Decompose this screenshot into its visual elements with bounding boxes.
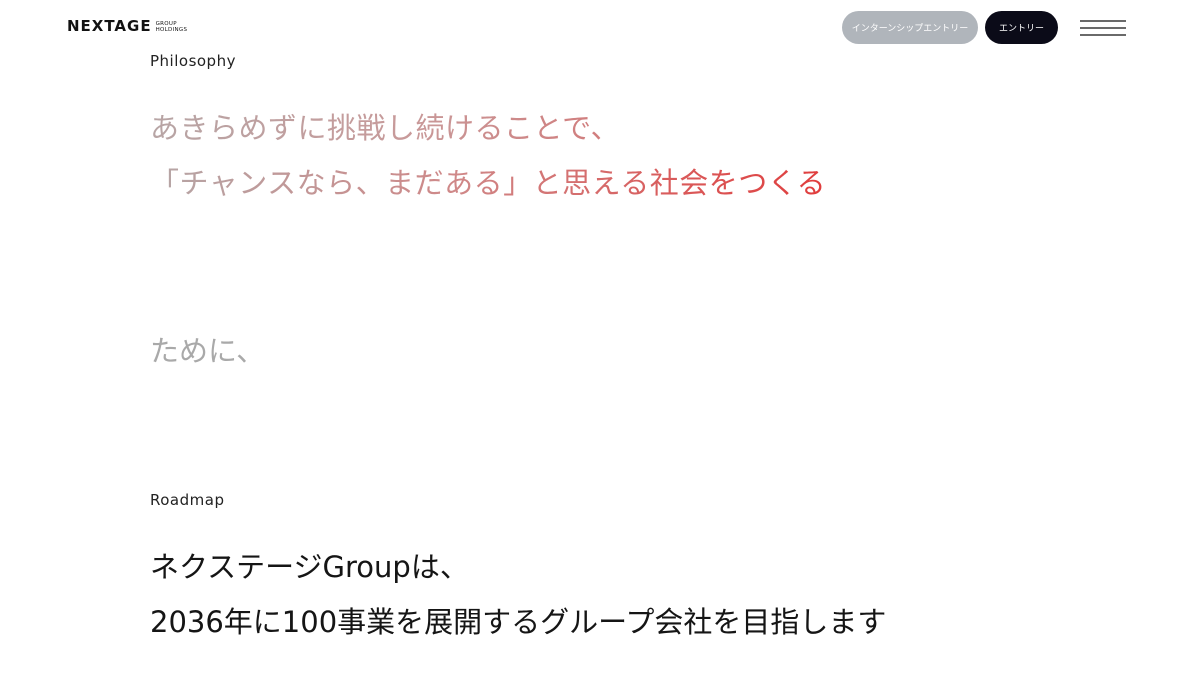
site-header: NEXTAGE GROUP HOLDINGS インターンシップエントリー エント… (0, 0, 1200, 56)
entry-button[interactable]: エントリー (985, 11, 1058, 44)
philosophy-line-2: 「チャンスなら、まだある」と思える社会をつくる (150, 160, 826, 202)
page: NEXTAGE GROUP HOLDINGS インターンシップエントリー エント… (0, 0, 1200, 675)
philosophy-line-1: あきらめずに挑戦し続けることで、 (150, 105, 620, 147)
logo-sub-holdings: HOLDINGS (155, 26, 188, 33)
hamburger-menu-icon[interactable] (1080, 18, 1126, 38)
hamburger-line (1080, 20, 1126, 22)
internship-entry-button[interactable]: インターンシップエントリー (842, 11, 978, 44)
logo-subtitle: GROUP HOLDINGS (156, 21, 188, 33)
nextage-logo[interactable]: NEXTAGE GROUP HOLDINGS (67, 17, 187, 35)
roadmap-line-1: ネクステージGroupは、 (150, 550, 469, 584)
hamburger-line (1080, 27, 1126, 29)
roadmap-label: Roadmap (150, 491, 225, 509)
hamburger-line (1080, 34, 1126, 36)
philosophy-line-3: ために、 (150, 334, 266, 368)
philosophy-label: Philosophy (150, 52, 236, 70)
roadmap-line-2: 2036年に100事業を展開するグループ会社を目指します (150, 605, 887, 639)
logo-wordmark: NEXTAGE (67, 17, 152, 35)
